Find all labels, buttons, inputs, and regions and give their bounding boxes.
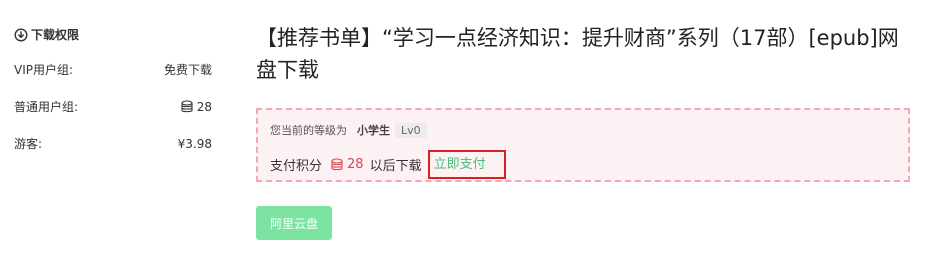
page-title: 【推荐书单】“学习一点经济知识：提升财商”系列（17部）[epub]网盘下载 [256, 26, 899, 82]
payment-notice: 您当前的等级为 小学生 Lv0 支付积分 28 以后下载 立即支付 [256, 108, 910, 182]
perm-label-regular: 普通用户组: [14, 100, 79, 114]
points-amount: 28 [330, 157, 364, 172]
perm-row-regular: 普通用户组: 28 [14, 98, 212, 115]
coins-icon [331, 157, 343, 170]
perm-row-vip: VIP用户组: 免费下载 [14, 61, 212, 78]
points-value: 28 [347, 157, 364, 172]
payment-line: 支付积分 28 以后下载 立即支付 [270, 150, 506, 179]
user-level-line: 您当前的等级为 小学生 Lv0 [270, 122, 427, 138]
download-permissions-title: 下载权限 [14, 26, 79, 43]
perm-label-vip: VIP用户组: [14, 63, 74, 77]
download-permissions-label: 下载权限 [31, 28, 80, 42]
download-permissions-panel: 下载权限 VIP用户组: 免费下载 普通用户组: 28 游客: ¥3.98 [0, 0, 232, 273]
pay-suffix: 以后下载 [369, 159, 422, 174]
perm-row-guest: 游客: ¥3.98 [14, 135, 212, 152]
perm-label-guest: 游客: [14, 137, 43, 151]
aliyun-drive-button[interactable]: 阿里云盘 [256, 206, 332, 240]
pay-prefix: 支付积分 [270, 159, 323, 174]
level-badge: Lv0 [395, 122, 427, 138]
level-name: 小学生 [357, 124, 390, 137]
perm-points-regular: 28 [196, 99, 212, 114]
level-prefix: 您当前的等级为 [270, 124, 347, 137]
perm-value-regular: 28 [180, 100, 212, 114]
download-circle-icon [14, 27, 28, 42]
perm-value-vip: 免费下载 [163, 63, 212, 77]
pay-now-link[interactable]: 立即支付 [427, 150, 506, 179]
download-main-panel: 【推荐书单】“学习一点经济知识：提升财商”系列（17部）[epub]网盘下载 您… [232, 0, 944, 273]
coins-icon [181, 99, 193, 112]
perm-value-guest: ¥3.98 [177, 136, 212, 151]
